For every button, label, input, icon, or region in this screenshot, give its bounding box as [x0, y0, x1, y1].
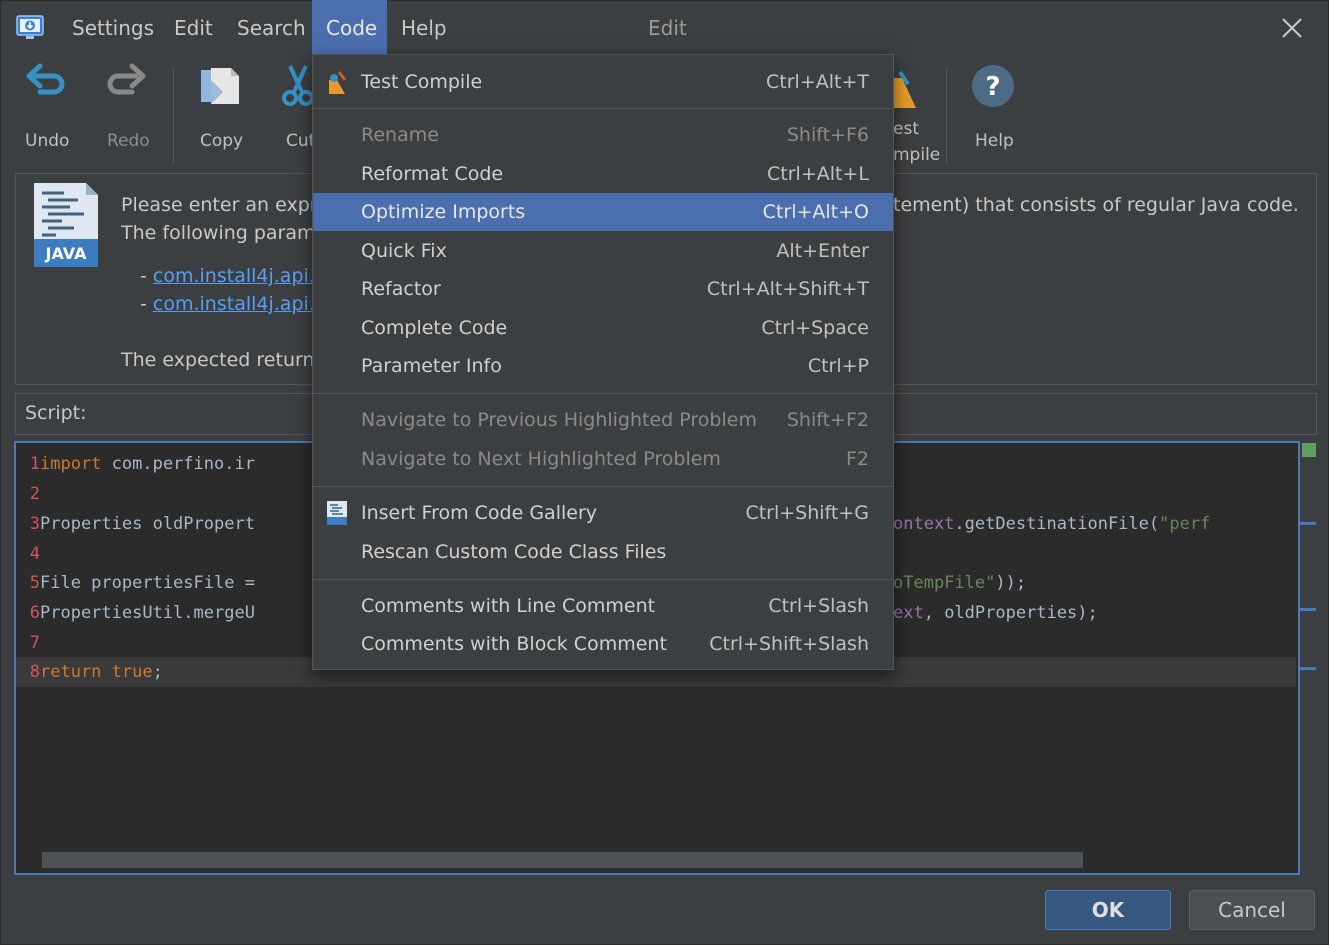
menu-separator — [313, 579, 893, 580]
horizontal-scrollbar[interactable] — [42, 852, 1083, 868]
menu-separator — [313, 393, 893, 394]
close-icon[interactable] — [1278, 14, 1306, 42]
description-line1: Please enter an expr — [121, 194, 318, 216]
copy-icon — [201, 68, 239, 104]
description-line2: The following param — [121, 222, 316, 244]
cut-label: Cut — [286, 131, 312, 151]
menu-separator — [313, 108, 893, 109]
menubar: Settings Edit Search Code Help Edit — [0, 0, 1329, 56]
menu-item-insert-from-code-gallery[interactable]: Insert From Code Gallery Ctrl+Shift+G — [313, 494, 893, 532]
menu-item-refactor[interactable]: Refactor Ctrl+Alt+Shift+T — [313, 270, 893, 308]
test-compile-label-1: est — [893, 119, 919, 139]
script-label: Script: — [25, 402, 87, 424]
menu-search[interactable]: Search — [223, 0, 320, 54]
gutter-marker[interactable] — [1300, 608, 1316, 611]
gutter-marker[interactable] — [1300, 667, 1316, 670]
toolbar-separator — [946, 66, 947, 164]
description-line1-end: tement) that consists of regular Java co… — [893, 194, 1299, 216]
param-link-2[interactable]: com.install4j.api.a — [153, 293, 327, 315]
menu-settings[interactable]: Settings — [58, 0, 168, 54]
menu-item-quick-fix[interactable]: Quick Fix Alt+Enter — [313, 232, 893, 270]
menu-item-parameter-info[interactable]: Parameter Info Ctrl+P — [313, 347, 893, 385]
gutter-marker[interactable] — [1300, 522, 1316, 525]
window-title: Edit — [648, 16, 687, 40]
cut-icon — [282, 65, 312, 106]
toolbar-separator — [173, 66, 174, 164]
redo-icon — [107, 63, 146, 95]
ok-button[interactable]: OK — [1045, 890, 1171, 930]
undo-icon — [26, 63, 65, 95]
menu-code[interactable]: Code — [312, 0, 387, 54]
status-ok-marker — [1302, 443, 1316, 457]
svg-text:?: ? — [985, 72, 1000, 102]
java-logo: JAVA — [34, 183, 98, 267]
menu-item-rescan-custom-code[interactable]: Rescan Custom Code Class Files — [313, 533, 893, 571]
menu-item-block-comment[interactable]: Comments with Block Comment Ctrl+Shift+Sl… — [313, 625, 893, 663]
menu-item-rename[interactable]: Rename Shift+F6 — [313, 116, 893, 154]
menu-item-test-compile[interactable]: Test Compile Ctrl+Alt+T — [313, 63, 893, 101]
return-description: The expected return — [121, 349, 315, 371]
menu-item-line-comment[interactable]: Comments with Line Comment Ctrl+Slash — [313, 587, 893, 625]
menu-item-reformat-code[interactable]: Reformat Code Ctrl+Alt+L — [313, 155, 893, 193]
app-icon — [16, 15, 44, 39]
test-compile-icon — [329, 71, 347, 94]
java-gallery-icon — [327, 501, 347, 525]
test-compile-icon — [892, 70, 916, 108]
param-link-1[interactable]: com.install4j.api.c — [153, 265, 325, 287]
menu-separator — [313, 486, 893, 487]
undo-label: Undo — [25, 131, 70, 151]
menu-help[interactable]: Help — [387, 0, 461, 54]
menu-item-complete-code[interactable]: Complete Code Ctrl+Space — [313, 309, 893, 347]
cancel-button[interactable]: Cancel — [1189, 890, 1315, 930]
code-menu-dropdown: Test Compile Ctrl+Alt+T Rename Shift+F6 Re… — [312, 54, 894, 670]
param-item-2: - com.install4j.api.a — [140, 293, 327, 315]
help-icon: ? — [972, 65, 1014, 107]
menu-item-navigate-previous-problem[interactable]: Navigate to Previous Highlighted Problem… — [313, 401, 893, 439]
redo-label: Redo — [107, 131, 150, 151]
copy-label: Copy — [200, 131, 244, 151]
menu-edit[interactable]: Edit — [160, 0, 227, 54]
test-compile-label-2: mpile — [893, 145, 941, 165]
param-item-1: - com.install4j.api.c — [140, 265, 326, 287]
svg-text:JAVA: JAVA — [45, 244, 88, 263]
menu-item-optimize-imports[interactable]: Optimize Imports Ctrl+Alt+O — [313, 193, 893, 231]
help-label: Help — [975, 131, 1014, 151]
menu-item-navigate-next-problem[interactable]: Navigate to Next Highlighted Problem F2 — [313, 440, 893, 478]
